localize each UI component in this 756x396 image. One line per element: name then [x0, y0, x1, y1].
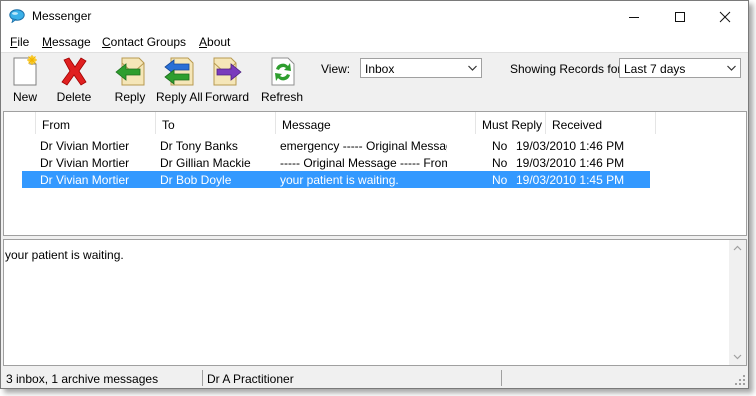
- new-document-icon: [13, 55, 37, 86]
- row-from: Dr Vivian Mortier: [40, 173, 130, 187]
- menu-about-mnemonic: A: [199, 35, 208, 49]
- toolbar: New Delete Reply Reply All Forward Refre…: [1, 52, 748, 110]
- table-row[interactable]: Dr Vivian Mortier Dr Gillian Mackie ----…: [22, 154, 650, 171]
- chevron-down-icon: [468, 65, 477, 71]
- forward-label: Forward: [205, 90, 250, 104]
- delete-button[interactable]: Delete: [53, 55, 95, 107]
- forward-arrow-icon: [213, 57, 242, 86]
- window-title: Messenger: [32, 9, 92, 23]
- row-message: your patient is waiting.: [280, 173, 399, 187]
- row-message: ----- Original Message ----- From: Al: [280, 156, 447, 170]
- chevron-down-icon: [727, 65, 736, 71]
- menu-message-mnemonic: M: [42, 35, 52, 49]
- table-row[interactable]: Dr Vivian Mortier Dr Tony Banks emergenc…: [22, 137, 650, 154]
- status-bar: 3 inbox, 1 archive messages Dr A Practit…: [1, 368, 748, 388]
- row-must-reply: No: [492, 156, 508, 170]
- refresh-icon: [271, 57, 295, 86]
- column-header-blank[interactable]: [4, 112, 36, 134]
- column-header-to-label: To: [162, 118, 175, 132]
- menu-message-label: essage: [52, 35, 91, 49]
- list-header: From To Message Must Reply Received: [4, 112, 746, 134]
- menu-file-label: ile: [17, 35, 30, 49]
- preview-text: your patient is waiting.: [5, 248, 124, 262]
- reply-arrow-icon: [115, 57, 145, 86]
- column-header-must-reply[interactable]: Must Reply: [476, 112, 546, 134]
- table-row-selected[interactable]: Dr Vivian Mortier Dr Bob Doyle your pati…: [22, 171, 650, 188]
- new-label: New: [12, 90, 37, 104]
- scroll-down-icon: [733, 354, 742, 360]
- view-select-value: Inbox: [365, 62, 395, 76]
- row-from: Dr Vivian Mortier: [40, 156, 130, 170]
- status-message-counts: 3 inbox, 1 archive messages: [3, 370, 203, 386]
- row-received: 19/03/2010 1:45 PM: [516, 173, 625, 187]
- column-header-must-reply-label: Must Reply: [482, 118, 543, 132]
- status-user-text: Dr A Practitioner: [207, 372, 294, 386]
- status-counts-text: 3 inbox, 1 archive messages: [6, 372, 159, 386]
- reply-all-button[interactable]: Reply All: [156, 55, 203, 107]
- message-preview-pane[interactable]: your patient is waiting.: [3, 239, 747, 366]
- maximize-button[interactable]: [657, 1, 703, 32]
- vertical-scrollbar[interactable]: [729, 240, 746, 365]
- menu-contact-groups-mnemonic: C: [102, 35, 111, 49]
- refresh-button[interactable]: Refresh: [260, 55, 304, 107]
- column-header-from[interactable]: From: [36, 112, 156, 134]
- showing-records-select[interactable]: Last 7 days: [619, 58, 741, 78]
- forward-button[interactable]: Forward: [205, 55, 249, 107]
- menu-bar: File Message Contact Groups About: [1, 32, 748, 52]
- minimize-button[interactable]: [611, 1, 657, 32]
- view-label: View:: [321, 62, 351, 76]
- reply-all-arrows-icon: [164, 57, 194, 86]
- delete-label: Delete: [56, 90, 92, 104]
- row-from: Dr Vivian Mortier: [40, 139, 130, 153]
- reply-button[interactable]: Reply: [111, 55, 149, 107]
- refresh-label: Refresh: [260, 90, 304, 104]
- row-to: Dr Bob Doyle: [160, 173, 232, 187]
- showing-records-value: Last 7 days: [624, 62, 686, 76]
- column-header-message[interactable]: Message: [276, 112, 476, 134]
- column-header-received-label: Received: [552, 118, 603, 132]
- delete-x-icon: [61, 57, 87, 86]
- minimize-icon: [629, 16, 639, 18]
- column-header-to[interactable]: To: [156, 112, 276, 134]
- menu-about[interactable]: About: [199, 35, 230, 49]
- column-header-from-label: From: [42, 118, 70, 132]
- menu-about-label: bout: [207, 35, 231, 49]
- row-message: emergency ----- Original Message --: [280, 139, 447, 153]
- reply-label: Reply: [114, 90, 146, 104]
- close-button[interactable]: [702, 1, 748, 32]
- scroll-up-icon: [733, 245, 742, 251]
- showing-records-label: Showing Records for:: [510, 62, 625, 76]
- row-to: Dr Tony Banks: [160, 139, 238, 153]
- close-icon: [719, 11, 731, 22]
- reply-all-label: Reply All: [156, 90, 203, 104]
- title-bar[interactable]: Messenger: [1, 1, 748, 32]
- row-to: Dr Gillian Mackie: [160, 156, 251, 170]
- row-must-reply: No: [492, 173, 508, 187]
- row-received: 19/03/2010 1:46 PM: [516, 139, 625, 153]
- menu-contact-groups[interactable]: Contact Groups: [102, 35, 186, 49]
- message-list[interactable]: From To Message Must Reply Received Dr V…: [3, 111, 747, 236]
- messenger-window: Messenger File Message Contact Groups Ab…: [0, 0, 749, 389]
- speech-bubble-icon: [9, 9, 25, 23]
- resize-grip-icon[interactable]: [734, 374, 746, 386]
- row-received: 19/03/2010 1:46 PM: [516, 156, 625, 170]
- column-header-message-label: Message: [282, 118, 331, 132]
- menu-message[interactable]: Message: [42, 35, 91, 49]
- new-button[interactable]: New: [8, 55, 42, 107]
- menu-file[interactable]: File: [10, 35, 29, 49]
- column-header-received[interactable]: Received: [546, 112, 656, 134]
- maximize-icon: [675, 11, 685, 22]
- status-user: Dr A Practitioner: [204, 370, 502, 386]
- menu-contact-groups-label: ontact Groups: [110, 35, 187, 49]
- view-select[interactable]: Inbox: [360, 58, 482, 78]
- row-must-reply: No: [492, 139, 508, 153]
